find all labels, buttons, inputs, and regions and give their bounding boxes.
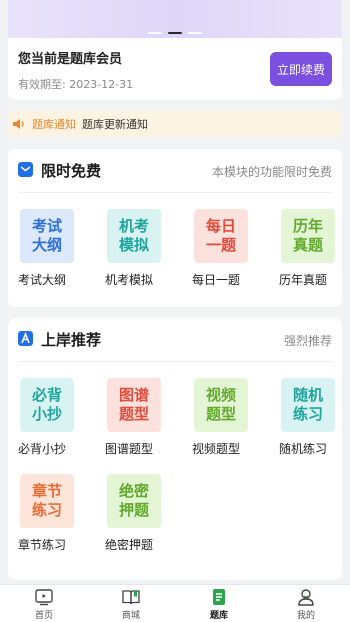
- tile-label: 每日一题: [192, 273, 241, 287]
- tile-badge: 每日 一题: [194, 209, 248, 263]
- tile-badge: 图谱 题型: [107, 378, 161, 432]
- document-icon: [213, 589, 225, 605]
- tab-profile[interactable]: 我的: [276, 587, 336, 621]
- tile-badge-line2: 题型: [205, 405, 236, 423]
- tile-badge: 章节 练习: [20, 474, 74, 528]
- free-section-title: 限时免费: [41, 162, 102, 180]
- tile-badge-line1: 图谱: [118, 386, 149, 404]
- tab-label: 题库: [209, 611, 228, 621]
- tile-random-practice[interactable]: 随机 练习 随机练习: [279, 378, 349, 457]
- notice-message[interactable]: 题库更新通知: [82, 116, 148, 132]
- tab-label: 我的: [296, 611, 315, 621]
- tab-label: 商城: [121, 611, 140, 621]
- tile-badge: 绝密 押题: [107, 474, 161, 528]
- carousel-dot[interactable]: [188, 32, 202, 34]
- tile-badge-line2: 大纲: [31, 236, 62, 254]
- tile-label: 随机练习: [279, 442, 328, 456]
- tile-video-questions[interactable]: 视频 题型 视频题型: [192, 378, 262, 457]
- tab-label: 首页: [34, 611, 53, 621]
- recommend-section: 上岸推荐 强烈推荐 必背 小抄 必背小抄 图谱 题型 图谱题型 视频 题型 视频…: [8, 318, 342, 580]
- banner-carousel[interactable]: [8, 0, 342, 38]
- tile-badge: 考试 大纲: [20, 209, 74, 263]
- tab-mall[interactable]: 商城: [101, 587, 161, 621]
- recommend-section-title: 上岸推荐: [41, 331, 102, 349]
- notice-bar[interactable]: 题库通知 题库更新通知: [8, 111, 342, 137]
- tile-badge-line1: 考试: [31, 217, 62, 235]
- tile-badge: 随机 练习: [281, 378, 335, 432]
- tile-badge-line2: 练习: [31, 501, 62, 519]
- tile-badge-line2: 押题: [118, 501, 149, 519]
- notice-tag: 题库通知: [32, 118, 76, 131]
- tile-badge-line1: 每日: [205, 217, 236, 235]
- recommend-section-subtitle: 强烈推荐: [283, 334, 332, 348]
- book-icon: [122, 590, 140, 605]
- membership-expire: 有效期至: 2023-12-31: [18, 78, 134, 91]
- tile-badge-line2: 题型: [118, 405, 149, 423]
- tile-label: 章节练习: [18, 538, 67, 552]
- tile-badge: 历年 真题: [281, 209, 335, 263]
- tile-badge-line2: 一题: [205, 236, 236, 254]
- tile-badge: 视频 题型: [194, 378, 248, 432]
- bottom-tab-bar: 首页 商城 题库 我的: [0, 584, 350, 622]
- tile-computer-mock[interactable]: 机考 模拟 机考模拟: [105, 209, 175, 288]
- tile-label: 视频题型: [192, 442, 241, 456]
- tile-label: 历年真题: [279, 273, 328, 287]
- tile-must-memorize[interactable]: 必背 小抄 必背小抄: [18, 378, 88, 457]
- tile-badge-line1: 随机: [292, 386, 323, 404]
- tile-badge-line1: 视频: [205, 386, 236, 404]
- free-section-header: 限时免费 本模块的功能限时免费: [18, 149, 332, 193]
- tile-label: 绝密押题: [105, 538, 154, 552]
- membership-title: 您当前是题库会员: [18, 52, 123, 67]
- carousel-dot[interactable]: [148, 32, 162, 34]
- membership-card: 您当前是题库会员 有效期至: 2023-12-31 立即续费: [8, 0, 342, 100]
- tile-badge-line1: 章节: [31, 482, 62, 500]
- recommend-section-header: 上岸推荐 强烈推荐: [18, 318, 332, 362]
- tile-badge-line2: 小抄: [31, 405, 62, 423]
- tile-label: 机考模拟: [105, 273, 154, 287]
- tab-home[interactable]: 首页: [14, 587, 74, 621]
- tv-icon: [35, 589, 53, 606]
- tile-badge-line1: 机考: [118, 217, 149, 235]
- tile-label: 图谱题型: [105, 442, 154, 456]
- tile-badge: 必背 小抄: [20, 378, 74, 432]
- tile-chapter-practice[interactable]: 章节 练习 章节练习: [18, 474, 88, 553]
- tile-label: 必背小抄: [18, 442, 67, 456]
- tile-badge-line2: 真题: [292, 236, 323, 254]
- tile-badge-line2: 练习: [292, 405, 323, 423]
- carousel-indicator: [8, 32, 342, 34]
- tile-badge-line1: 绝密: [118, 482, 149, 500]
- user-icon: [298, 589, 314, 606]
- free-section: 限时免费 本模块的功能限时免费 考试 大纲 考试大纲 机考 模拟 机考模拟 每日…: [8, 149, 342, 307]
- letter-a-icon: [18, 331, 33, 346]
- tile-exam-outline[interactable]: 考试 大纲 考试大纲: [18, 209, 88, 288]
- tile-badge-line2: 模拟: [118, 236, 149, 254]
- tile-badge-line1: 历年: [292, 217, 323, 235]
- tile-badge: 机考 模拟: [107, 209, 161, 263]
- renew-button[interactable]: 立即续费: [270, 52, 332, 86]
- tab-question-bank[interactable]: 题库: [189, 587, 249, 621]
- tile-diagram-questions[interactable]: 图谱 题型 图谱题型: [105, 378, 175, 457]
- mail-icon: [18, 162, 33, 177]
- speaker-icon: [13, 119, 24, 129]
- tile-past-exams[interactable]: 历年 真题 历年真题: [279, 209, 349, 288]
- free-section-subtitle: 本模块的功能限时免费: [211, 165, 332, 179]
- tile-daily-question[interactable]: 每日 一题 每日一题: [192, 209, 262, 288]
- carousel-dot-active[interactable]: [168, 32, 182, 34]
- tile-badge-line1: 必背: [31, 386, 62, 404]
- tile-label: 考试大纲: [18, 273, 67, 287]
- tile-secret-predictions[interactable]: 绝密 押题 绝密押题: [105, 474, 175, 553]
